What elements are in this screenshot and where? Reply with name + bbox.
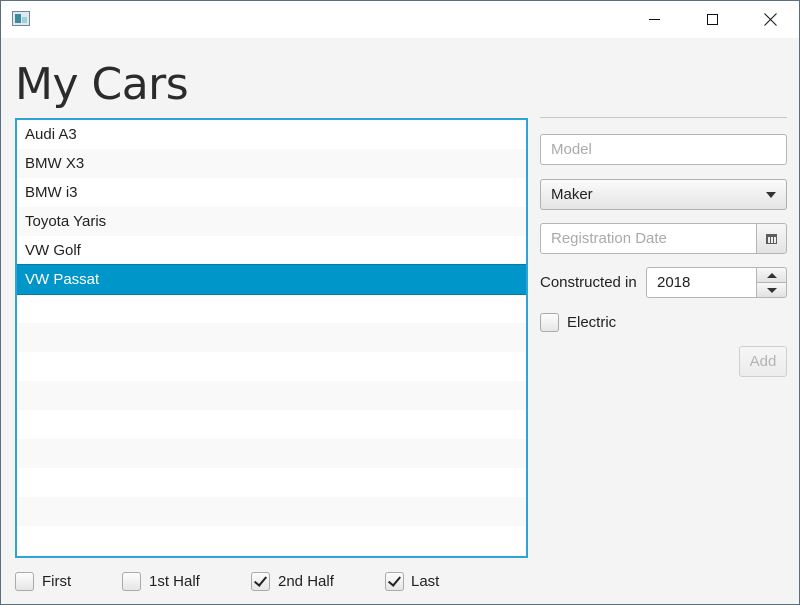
- electric-checkbox[interactable]: [540, 313, 559, 332]
- list-item[interactable]: BMW i3: [17, 178, 526, 207]
- empty-row: [17, 439, 526, 468]
- calendar-button[interactable]: [756, 223, 787, 254]
- close-button[interactable]: [747, 1, 793, 38]
- constructed-in-label: Constructed in: [540, 274, 637, 291]
- electric-label: Electric: [567, 314, 617, 331]
- filter-first-checkbox[interactable]: [15, 572, 34, 591]
- filter-last-label: Last: [411, 573, 440, 590]
- arrow-up-icon: [766, 272, 777, 278]
- form-separator: [540, 117, 787, 118]
- car-list[interactable]: Audi A3 BMW X3 BMW i3 Toyota Yaris VW Go…: [15, 118, 528, 558]
- decrement-button[interactable]: [756, 282, 787, 298]
- minimize-button[interactable]: [631, 1, 677, 38]
- list-item-selected[interactable]: VW Passat: [17, 264, 526, 295]
- filter-first-label: First: [42, 573, 72, 590]
- list-item[interactable]: VW Golf: [17, 236, 526, 265]
- app-icon: [12, 11, 30, 26]
- list-item[interactable]: Toyota Yaris: [17, 207, 526, 236]
- arrow-down-icon: [766, 287, 777, 293]
- empty-row: [17, 497, 526, 526]
- list-item[interactable]: Audi A3: [17, 120, 526, 149]
- title-bar: [1, 1, 799, 38]
- filter-second-half-checkbox[interactable]: [251, 572, 270, 591]
- add-button[interactable]: Add: [739, 346, 787, 377]
- empty-row: [17, 468, 526, 497]
- empty-row: [17, 410, 526, 439]
- empty-row: [17, 381, 526, 410]
- filter-first-half-checkbox[interactable]: [122, 572, 141, 591]
- registration-date-field[interactable]: Registration Date: [540, 223, 757, 254]
- maker-select-value: Maker: [551, 186, 593, 203]
- empty-row: [17, 352, 526, 381]
- empty-row: [17, 294, 526, 323]
- empty-row: [17, 526, 526, 555]
- close-icon: [764, 13, 777, 26]
- chevron-down-icon: [766, 192, 776, 198]
- page-title: My Cars: [15, 59, 189, 110]
- calendar-icon: [766, 233, 777, 244]
- empty-row: [17, 323, 526, 352]
- list-item[interactable]: BMW X3: [17, 149, 526, 178]
- filter-last-checkbox[interactable]: [385, 572, 404, 591]
- empty-row: [17, 555, 526, 556]
- maker-select[interactable]: Maker: [540, 179, 787, 210]
- model-field[interactable]: Model: [540, 134, 787, 165]
- maximize-button[interactable]: [689, 1, 735, 38]
- app-window: My Cars Audi A3 BMW X3 BMW i3 Toyota Yar…: [0, 0, 800, 605]
- check-icon: [387, 573, 402, 587]
- filter-first-half-label: 1st Half: [149, 573, 200, 590]
- minimize-icon: [648, 19, 660, 20]
- increment-button[interactable]: [756, 267, 787, 283]
- filter-second-half-label: 2nd Half: [278, 573, 334, 590]
- check-icon: [253, 573, 268, 587]
- maximize-icon: [706, 14, 718, 25]
- year-spinner-input[interactable]: 2018: [646, 267, 757, 298]
